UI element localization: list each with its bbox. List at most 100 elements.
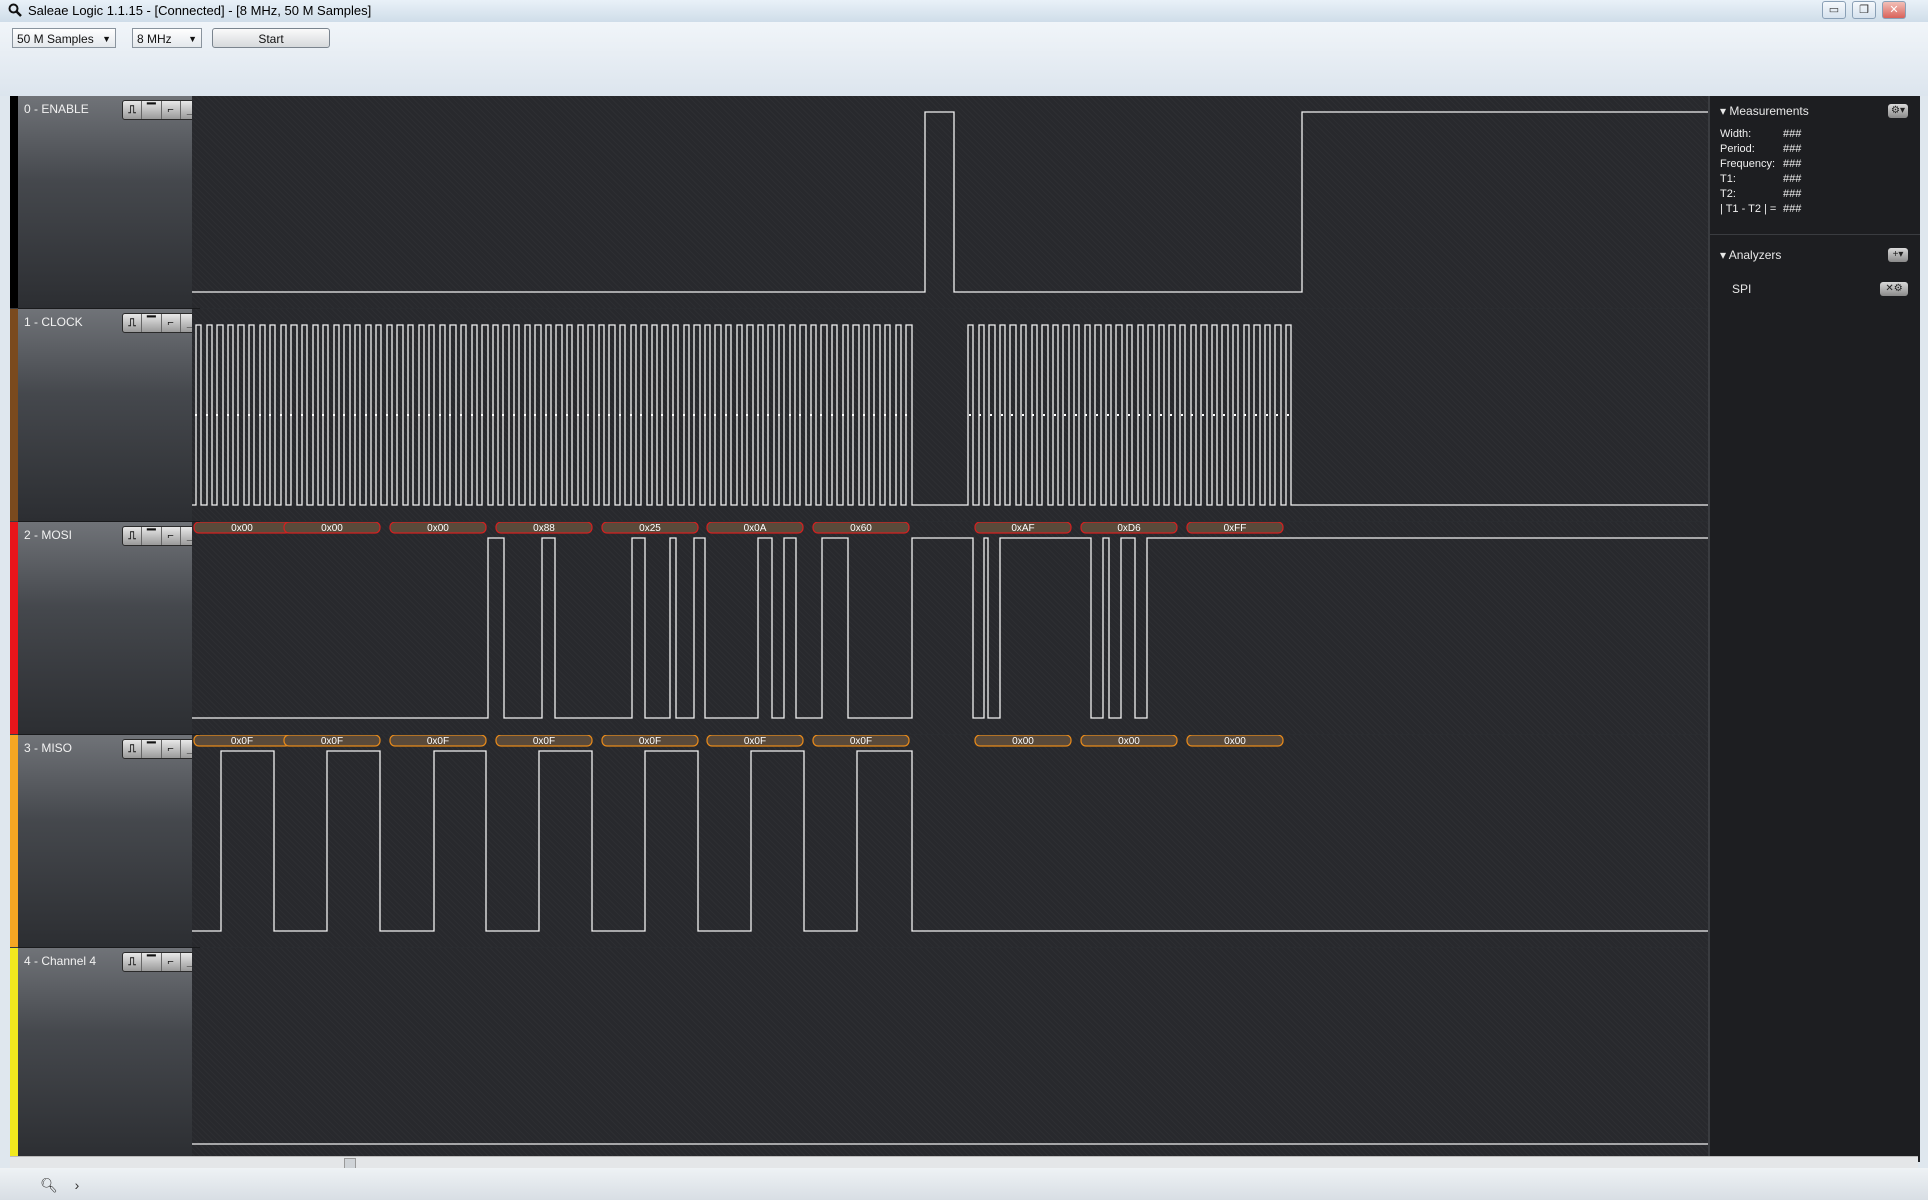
sample-marker [354, 414, 356, 416]
sample-marker [789, 414, 791, 416]
sample-marker [428, 414, 430, 416]
channel-waveform-area[interactable] [192, 309, 1708, 521]
sample-marker [725, 414, 727, 416]
mosi-trace [192, 537, 1708, 719]
search-icon[interactable]: 🔍︎ [38, 1174, 60, 1196]
measurement-label: Frequency: [1720, 158, 1776, 170]
channel-color-bar [10, 96, 18, 308]
channel-color-bar [10, 522, 18, 734]
trigger-button[interactable]: ▔ [142, 314, 162, 332]
channel-trigger-buttons: ⎍ ▔ ⌐ _ [122, 526, 200, 546]
channel-waveform-area[interactable]: 0x00 0x00 0x00 0x88 0x25 0x0A 0x60 0xAF 0xD6 0xFF [192, 522, 1708, 734]
decoded-byte-badge[interactable]: 0xAF [974, 522, 1072, 534]
decoded-byte-badge[interactable]: 0x00 [283, 522, 381, 534]
decoded-byte-badge[interactable]: 0xD6 [1080, 522, 1178, 534]
decoded-byte-badge[interactable]: 0x0F [812, 735, 910, 747]
channel-name: 3 - MISO [24, 741, 73, 755]
miso-trace [192, 750, 1708, 932]
decoded-byte-value: 0xAF [1011, 523, 1034, 534]
measurement-label: Width: [1720, 128, 1752, 140]
channel-name: 1 - CLOCK [24, 315, 83, 329]
decoded-byte-badge[interactable]: 0x0F [601, 735, 699, 747]
window-title: Saleae Logic 1.1.15 - [Connected] - [8 M… [28, 3, 372, 18]
sample-marker [545, 414, 547, 416]
decoded-byte-badge[interactable]: 0x00 [1186, 735, 1284, 747]
sample-marker [386, 414, 388, 416]
trigger-button[interactable]: ⎍ [123, 740, 143, 758]
trigger-button[interactable]: ⌐ [162, 527, 181, 545]
sample-marker [863, 414, 865, 416]
sample-marker [852, 414, 854, 416]
trigger-button[interactable]: ⌐ [162, 740, 181, 758]
decoded-byte-value: 0x88 [533, 523, 555, 534]
decoded-byte-badge[interactable]: 0x0F [389, 735, 487, 747]
analyzer-item-spi[interactable]: SPI [1732, 282, 1751, 296]
sample-marker [365, 414, 367, 416]
rate-select[interactable]: 8 MHz ▼ [132, 28, 202, 48]
sample-marker [757, 414, 759, 416]
decoded-byte-badge[interactable]: 0x60 [812, 522, 910, 534]
sample-marker [460, 414, 462, 416]
channel-waveform-area[interactable] [192, 948, 1708, 1160]
channel-waveform-area[interactable]: 0x0F 0x0F 0x0F 0x0F 0x0F 0x0F 0x0F 0x00 0x00 0x00 [192, 735, 1708, 947]
close-button[interactable]: ✕ [1882, 1, 1906, 19]
trigger-button[interactable]: ⌐ [162, 953, 181, 971]
restore-button[interactable]: ❐ [1852, 1, 1876, 19]
trigger-button[interactable]: ▔ [142, 527, 162, 545]
add-analyzer-icon[interactable]: +▾ [1888, 248, 1908, 262]
decoded-byte-badge[interactable]: 0x88 [495, 522, 593, 534]
decoded-byte-badge[interactable]: 0xFF [1186, 522, 1284, 534]
measurement-label: T2: [1720, 188, 1736, 200]
trigger-button[interactable]: ⌐ [162, 101, 181, 119]
decoded-byte-badge[interactable]: 0x25 [601, 522, 699, 534]
samples-select[interactable]: 50 M Samples ▼ [12, 28, 116, 48]
channel-waveform-area[interactable] [192, 96, 1708, 308]
chevron-right-icon[interactable]: › [66, 1174, 88, 1196]
measurement-row: Frequency: ### [1720, 158, 1801, 170]
sample-marker [1022, 414, 1024, 416]
start-button[interactable]: Start [212, 28, 330, 48]
decoded-byte-badge[interactable]: 0x0F [283, 735, 381, 747]
decoded-byte-badge[interactable]: 0x00 [974, 735, 1072, 747]
channel-label-panel[interactable]: 3 - MISO ⎍ ▔ ⌐ _ [18, 735, 200, 948]
decoded-byte-value: 0x00 [1118, 736, 1140, 747]
sample-marker [502, 414, 504, 416]
sample-marker [683, 414, 685, 416]
collapse-triangle-icon: ▾ [1720, 104, 1730, 118]
measurements-gear-icon[interactable]: ⚙▾ [1888, 104, 1908, 118]
sample-marker [237, 414, 239, 416]
decoded-byte-value: 0x0F [533, 736, 555, 747]
decoded-byte-badge[interactable]: 0x0F [495, 735, 593, 747]
sample-marker [216, 414, 218, 416]
trigger-button[interactable]: ▔ [142, 953, 162, 971]
trigger-button[interactable]: ⌐ [162, 314, 181, 332]
sample-marker [587, 414, 589, 416]
samples-value: 50 M Samples [17, 32, 94, 46]
decoded-byte-badge[interactable]: 0x0F [706, 735, 804, 747]
decoded-byte-badge[interactable]: 0x0F [193, 735, 291, 747]
decoded-byte-badge[interactable]: 0x00 [389, 522, 487, 534]
trigger-button[interactable]: ⎍ [123, 953, 143, 971]
sample-marker [1234, 414, 1236, 416]
decoded-byte-badge[interactable]: 0x0A [706, 522, 804, 534]
decoded-byte-value: 0x00 [321, 523, 343, 534]
analyzers-header[interactable]: ▾ Analyzers [1720, 248, 1781, 262]
channel-label-panel[interactable]: 2 - MOSI ⎍ ▔ ⌐ _ [18, 522, 200, 735]
trigger-button[interactable]: ⎍ [123, 314, 143, 332]
minimize-button[interactable]: ▭ [1822, 1, 1846, 19]
trigger-button[interactable]: ⎍ [123, 101, 143, 119]
analyzer-settings-icon[interactable]: ✕⚙ [1880, 282, 1908, 296]
decoded-byte-badge[interactable]: 0x00 [1080, 735, 1178, 747]
sample-marker [343, 414, 345, 416]
channel-label-panel[interactable]: 1 - CLOCK ⎍ ▔ ⌐ _ [18, 309, 200, 522]
channel-label-panel[interactable]: 0 - ENABLE ⎍ ▔ ⌐ _ [18, 96, 200, 309]
sample-marker [693, 414, 695, 416]
channel-label-panel[interactable]: 4 - Channel 4 ⎍ ▔ ⌐ _ [18, 948, 200, 1161]
decoded-byte-value: 0x0F [850, 736, 872, 747]
sample-marker [884, 414, 886, 416]
decoded-byte-badge[interactable]: 0x00 [193, 522, 291, 534]
trigger-button[interactable]: ⎍ [123, 527, 143, 545]
trigger-button[interactable]: ▔ [142, 101, 162, 119]
trigger-button[interactable]: ▔ [142, 740, 162, 758]
measurements-header[interactable]: ▾ Measurements [1720, 104, 1809, 118]
